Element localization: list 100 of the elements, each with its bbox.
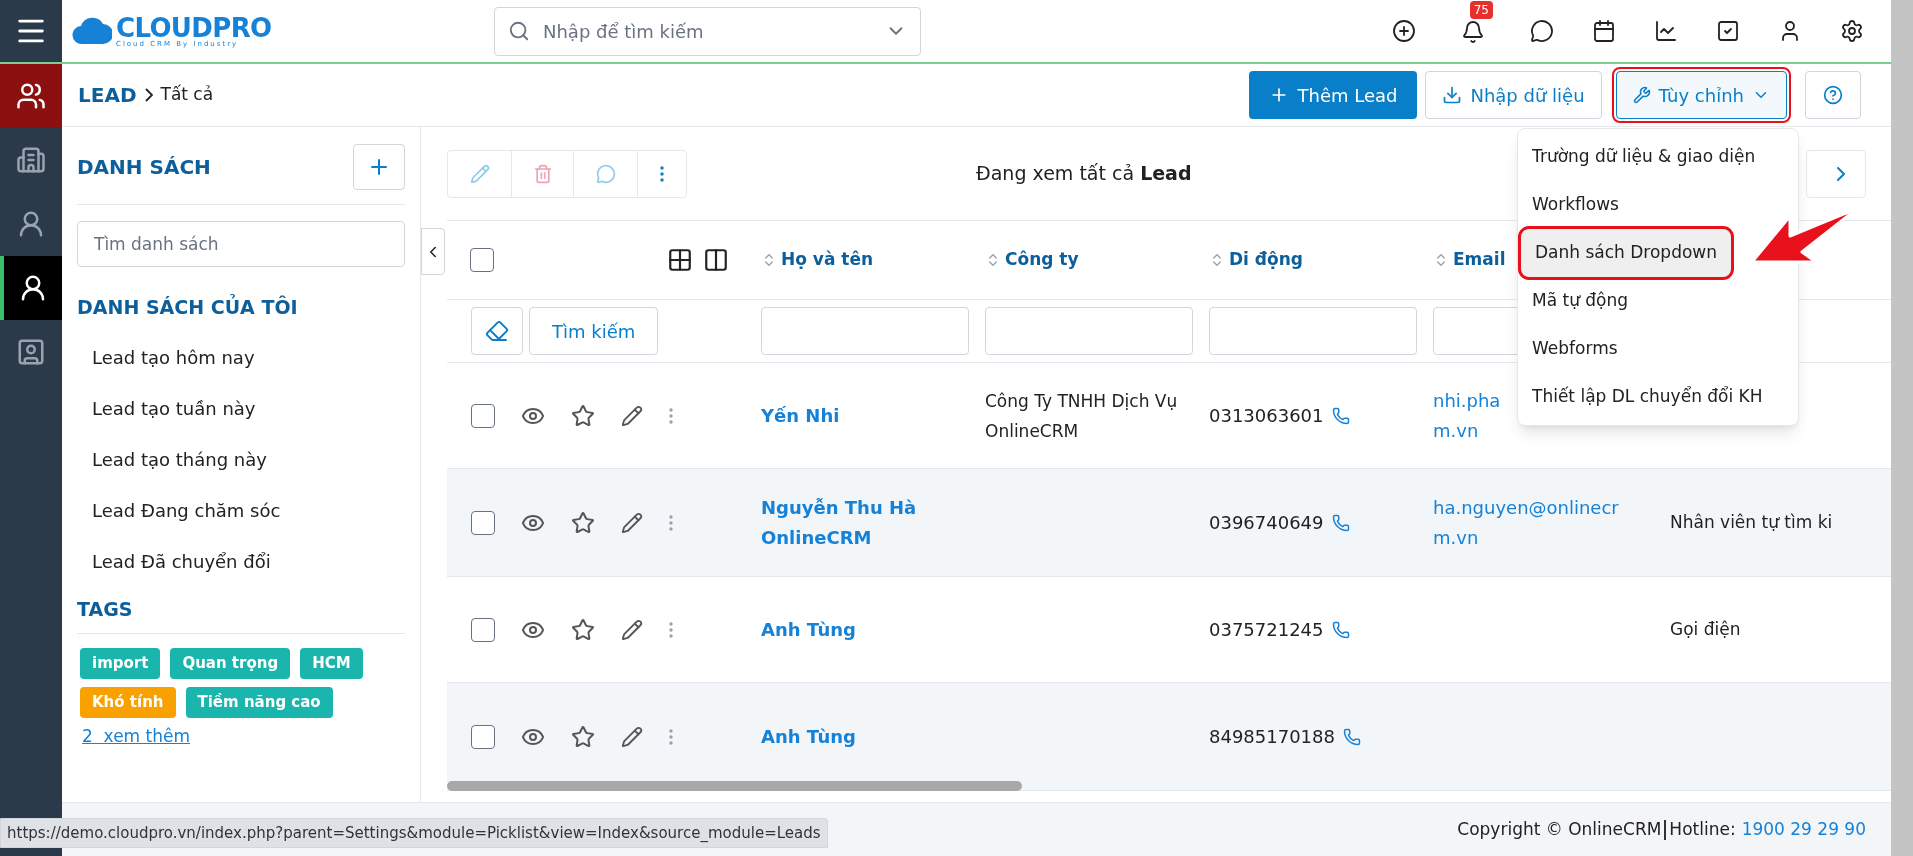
phone-icon[interactable] xyxy=(1331,406,1350,425)
columns-icon[interactable] xyxy=(703,247,729,273)
view-caption: Đang xem tất cả Lead xyxy=(976,161,1192,187)
more-icon xyxy=(660,165,664,182)
help-icon xyxy=(1823,85,1843,105)
building-icon xyxy=(16,145,46,175)
more-tags-link[interactable]: 2 xem thêm xyxy=(82,724,191,750)
chart-icon xyxy=(1654,19,1678,43)
menu-item[interactable]: Trường dữ liệu & giao diện xyxy=(1518,133,1798,181)
company-text: Công Ty TNHH Dịch Vụ OnlineCRM xyxy=(985,389,1179,443)
row-checkbox[interactable] xyxy=(471,617,495,642)
menu-item[interactable]: Thiết lập DL chuyển đổi KH xyxy=(1518,373,1798,421)
menu-item[interactable]: Danh sách Dropdown xyxy=(1521,229,1732,277)
list-search-field[interactable]: Tìm danh sách xyxy=(77,221,405,267)
more-icon[interactable] xyxy=(669,407,673,424)
clear-filter-button[interactable] xyxy=(471,307,523,355)
add-lead-button[interactable]: Thêm Lead xyxy=(1249,71,1418,119)
list-item[interactable]: Lead tạo tuần này xyxy=(77,382,405,434)
hotline-label: Hotline: xyxy=(1669,817,1736,841)
bell-button[interactable]: 75 xyxy=(1453,1,1493,45)
select-all-checkbox[interactable] xyxy=(470,248,494,272)
pencil-icon xyxy=(469,163,490,184)
horizontal-scrollbar[interactable] xyxy=(447,781,1022,791)
task-button[interactable] xyxy=(1715,18,1741,44)
source-text: Gọi điện xyxy=(1670,617,1741,641)
row-checkbox[interactable] xyxy=(471,510,495,535)
add-list-button[interactable] xyxy=(353,144,405,190)
section-title: DANH SÁCH CỦA TÔI xyxy=(77,293,299,320)
tag[interactable]: Quan trọng xyxy=(170,648,291,679)
pencil-icon[interactable] xyxy=(621,404,643,427)
vertical-scrollbar[interactable] xyxy=(1891,0,1913,856)
settings-button[interactable] xyxy=(1839,18,1865,44)
comment-icon xyxy=(595,163,616,184)
menu-item[interactable]: Mã tự động xyxy=(1518,277,1798,325)
email-link[interactable]: nhi.pha m.vn xyxy=(1433,385,1501,446)
breadcrumb-page: Tất cả xyxy=(160,83,214,107)
menu-item[interactable]: Webforms xyxy=(1518,325,1798,373)
pencil-icon[interactable] xyxy=(621,511,643,534)
lead-name-link[interactable]: Anh Tùng xyxy=(761,614,931,645)
hotline-link[interactable]: 1900 29 29 90 xyxy=(1741,816,1866,843)
star-icon[interactable] xyxy=(571,724,595,749)
notification-badge: 75 xyxy=(1469,1,1493,19)
tag[interactable]: Tiềm năng cao xyxy=(185,687,333,718)
column-filter-field[interactable] xyxy=(761,307,969,355)
phone-number: 0396740649 xyxy=(1209,511,1324,535)
tag[interactable]: HCM xyxy=(300,648,363,679)
chat-button[interactable] xyxy=(1529,18,1555,44)
star-icon[interactable] xyxy=(571,510,595,535)
column-filter-field[interactable] xyxy=(985,307,1193,355)
column-filter-field[interactable] xyxy=(1209,307,1417,355)
column-header[interactable]: Email xyxy=(1453,247,1506,273)
module-button[interactable] xyxy=(0,256,62,320)
list-item[interactable]: Lead Đã chuyển đổi xyxy=(77,535,405,587)
search-field[interactable]: Nhập để tìm kiếm xyxy=(494,6,921,56)
row-checkbox[interactable] xyxy=(471,724,495,749)
phone-icon[interactable] xyxy=(1331,620,1350,639)
import-button[interactable]: Nhập dữ liệu xyxy=(1425,71,1602,119)
list-item[interactable]: Lead tạo hôm nay xyxy=(77,331,405,383)
more-icon[interactable] xyxy=(669,621,673,638)
cloud-logo-icon xyxy=(72,16,112,46)
pencil-icon[interactable] xyxy=(621,618,643,641)
pencil-icon[interactable] xyxy=(621,725,643,748)
star-icon[interactable] xyxy=(571,617,595,642)
search-icon xyxy=(508,19,530,42)
source-text: Nhân viên tự tìm ki xyxy=(1670,510,1833,534)
lead-name-link[interactable]: Yến Nhi xyxy=(761,400,931,431)
task-icon xyxy=(1716,19,1740,43)
column-header[interactable]: Công ty xyxy=(1005,247,1079,273)
phone-icon[interactable] xyxy=(1343,727,1361,746)
menu-button[interactable] xyxy=(0,0,62,62)
search-button[interactable]: Tìm kiếm xyxy=(529,307,659,355)
list-item[interactable]: Lead Đang chăm sóc xyxy=(77,484,405,536)
row-checkbox[interactable] xyxy=(471,403,495,428)
download-icon xyxy=(1442,85,1463,105)
list-item[interactable]: Lead tạo tháng này xyxy=(77,433,405,485)
bell-icon xyxy=(1461,20,1485,44)
phone-number: 0313063601 xyxy=(1209,404,1324,428)
help-button[interactable] xyxy=(1805,71,1861,119)
lead-name-link[interactable]: Nguyễn Thu Hà OnlineCRM xyxy=(761,492,931,553)
lead-name-link[interactable]: Anh Tùng xyxy=(761,721,931,752)
module-button[interactable] xyxy=(0,64,62,128)
star-icon[interactable] xyxy=(571,403,595,428)
add-icon xyxy=(1392,19,1416,43)
calendar-icon xyxy=(1592,19,1616,43)
wrench-icon xyxy=(1632,86,1651,104)
phone-icon[interactable] xyxy=(1331,513,1350,532)
add-button[interactable] xyxy=(1391,18,1417,44)
email-link[interactable]: ha.nguyen@onlinecr m.vn xyxy=(1433,492,1619,553)
column-header[interactable]: Họ và tên xyxy=(781,247,874,273)
menu-item[interactable]: Workflows xyxy=(1518,181,1798,229)
grid-icon[interactable] xyxy=(667,247,693,273)
status-url: https://demo.cloudpro.vn/index.php?parent=Settings&module=Picklist&view=Index&source_module=Leads xyxy=(0,818,828,848)
chevron-right-icon xyxy=(144,88,153,102)
chart-button[interactable] xyxy=(1653,18,1679,44)
column-header[interactable]: Di động xyxy=(1229,247,1303,273)
calendar-button[interactable] xyxy=(1591,18,1617,44)
tag[interactable]: import xyxy=(80,648,161,679)
tags-title: TAGS xyxy=(77,594,405,634)
settings-icon xyxy=(1840,19,1864,43)
breadcrumb-module[interactable]: LEAD xyxy=(78,80,137,110)
